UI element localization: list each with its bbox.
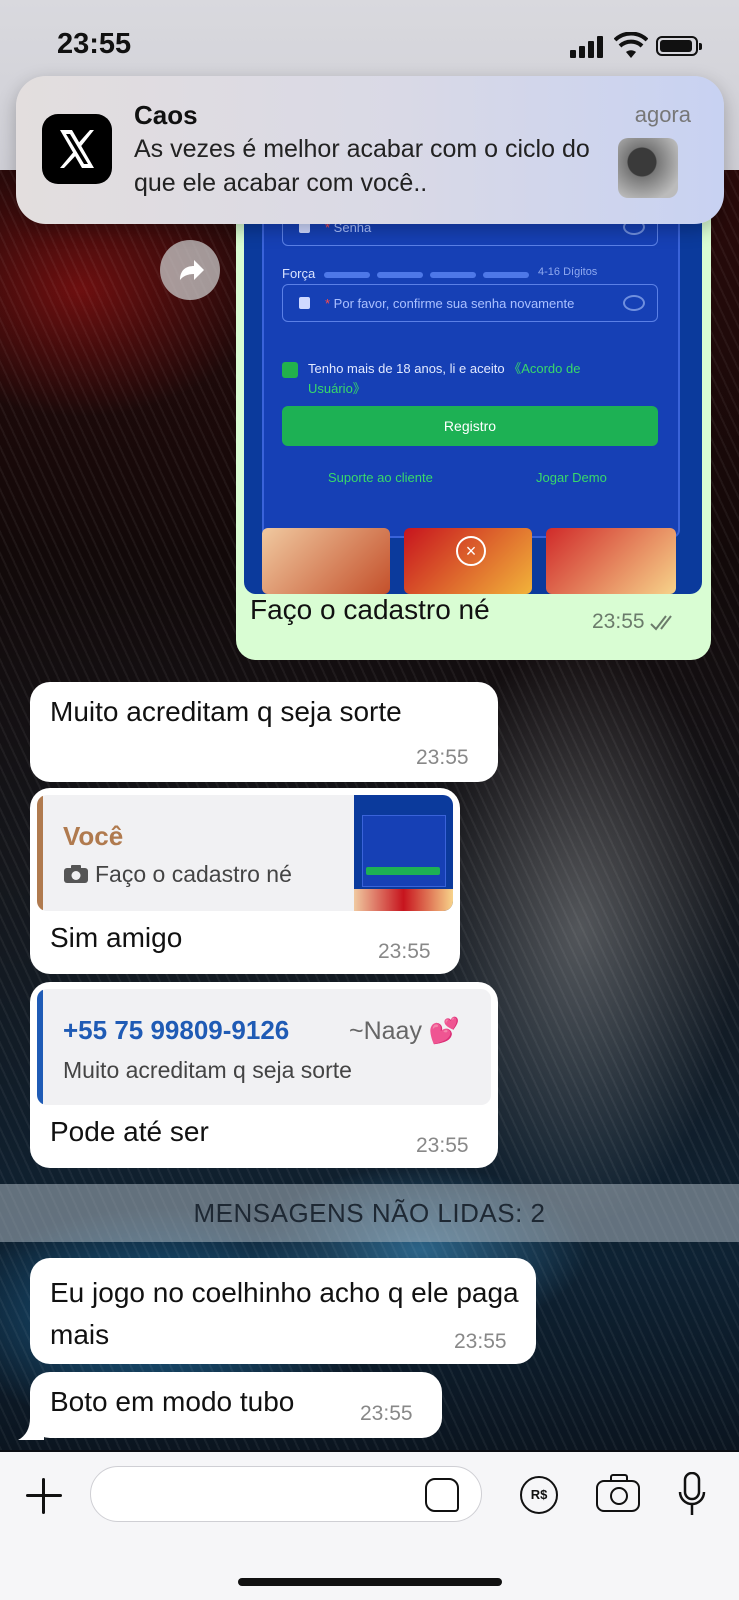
sticker-icon[interactable]	[425, 1478, 459, 1512]
quoted-message[interactable]: Você Faço o cadastro né	[37, 795, 453, 911]
notification-time: agora	[634, 102, 691, 127]
quoted-sender: Você	[63, 821, 124, 851]
camera-icon	[64, 865, 88, 883]
bubble-tail	[18, 1418, 44, 1440]
strength-label: Força	[282, 266, 316, 281]
demo-link-preview: Jogar Demo	[536, 470, 607, 485]
message-text: Pode até ser	[50, 1116, 209, 1147]
message-caption: Faço o cadastro né	[250, 594, 490, 625]
eye-icon	[623, 295, 645, 311]
support-link-preview: Suporte ao cliente	[328, 470, 433, 485]
composer-bar: R$	[0, 1452, 739, 1600]
message-time: 23:55	[378, 940, 431, 963]
quoted-image-thumbnail	[354, 795, 453, 911]
quoted-message[interactable]: +55 75 99809-9126 ~Naay 💕 Muito acredita…	[37, 989, 491, 1105]
notification-title: Caos	[134, 100, 198, 130]
close-circle-icon: ×	[456, 536, 486, 566]
message-input[interactable]	[90, 1466, 482, 1522]
checkbox-checked-icon	[282, 362, 298, 378]
register-button-preview: Registro	[282, 406, 658, 446]
quoted-sender: +55 75 99809-9126	[63, 1015, 290, 1045]
strength-hint: 4-16 Dígitos	[538, 266, 598, 278]
payment-rs-icon[interactable]: R$	[520, 1476, 558, 1514]
incoming-reply-message[interactable]: Você Faço o cadastro né Sim amigo 23:55	[30, 788, 460, 974]
incoming-message[interactable]: Boto em modo tubo 23:55	[30, 1372, 442, 1438]
outgoing-image-message[interactable]: * Senha Força 4-16 Dígitos * Por favor, …	[236, 190, 711, 660]
terms-label: Tenho mais de 18 anos, li e aceito	[308, 361, 505, 376]
quoted-text: Faço o cadastro né	[63, 861, 292, 888]
message-text: Eu jogo no coelhinho acho q ele paga mai…	[50, 1277, 519, 1350]
cellular-signal-icon	[570, 36, 604, 58]
x-logo-icon	[42, 114, 112, 184]
message-time: 23:55	[416, 1134, 469, 1157]
notification-thumbnail	[618, 138, 678, 198]
quoted-text: Muito acreditam q seja sorte	[63, 1057, 352, 1083]
forward-button[interactable]	[160, 240, 220, 300]
unread-messages-divider: MENSAGENS NÃO LIDAS: 2	[0, 1184, 739, 1242]
message-time: 23:55	[592, 610, 645, 633]
quote-bar	[37, 989, 43, 1105]
camera-icon[interactable]	[596, 1474, 640, 1512]
notification-banner[interactable]: Caos agora As vezes é melhor acabar com …	[16, 76, 724, 224]
wifi-icon	[614, 32, 648, 58]
message-time: 23:55	[360, 1402, 413, 1425]
read-check-icon	[650, 615, 672, 631]
microphone-icon[interactable]	[678, 1472, 706, 1518]
plus-icon[interactable]	[26, 1478, 62, 1514]
quoted-caption: Faço o cadastro né	[95, 861, 292, 887]
lock-icon	[299, 297, 310, 309]
incoming-reply-message[interactable]: +55 75 99809-9126 ~Naay 💕 Muito acredita…	[30, 982, 498, 1168]
incoming-message[interactable]: Muito acreditam q seja sorte 23:55	[30, 682, 498, 782]
register-form-preview: * Senha Força 4-16 Dígitos * Por favor, …	[262, 190, 680, 538]
quoted-alias: ~Naay 💕	[349, 1017, 461, 1045]
message-text: Muito acreditam q seja sorte	[50, 696, 402, 727]
message-text: Boto em modo tubo	[50, 1386, 295, 1417]
terms-text: Tenho mais de 18 anos, li e aceito 《Acor…	[308, 359, 608, 399]
message-time: 23:55	[454, 1330, 507, 1353]
registration-screenshot[interactable]: * Senha Força 4-16 Dígitos * Por favor, …	[244, 190, 702, 594]
strength-bars	[324, 272, 529, 278]
forward-arrow-icon	[180, 260, 204, 280]
battery-icon	[656, 36, 702, 56]
confirm-placeholder: Por favor, confirme sua senha novamente	[333, 296, 575, 311]
home-indicator[interactable]	[238, 1578, 502, 1586]
notification-body: As vezes é melhor acabar com o ciclo do …	[134, 135, 590, 197]
message-text: Sim amigo	[50, 922, 183, 953]
status-time: 23:55	[57, 28, 132, 60]
confirm-password-field-preview: * Por favor, confirme sua senha novament…	[282, 284, 658, 322]
quote-bar	[37, 795, 43, 911]
incoming-message[interactable]: Eu jogo no coelhinho acho q ele paga mai…	[30, 1258, 536, 1364]
message-time: 23:55	[416, 746, 469, 769]
